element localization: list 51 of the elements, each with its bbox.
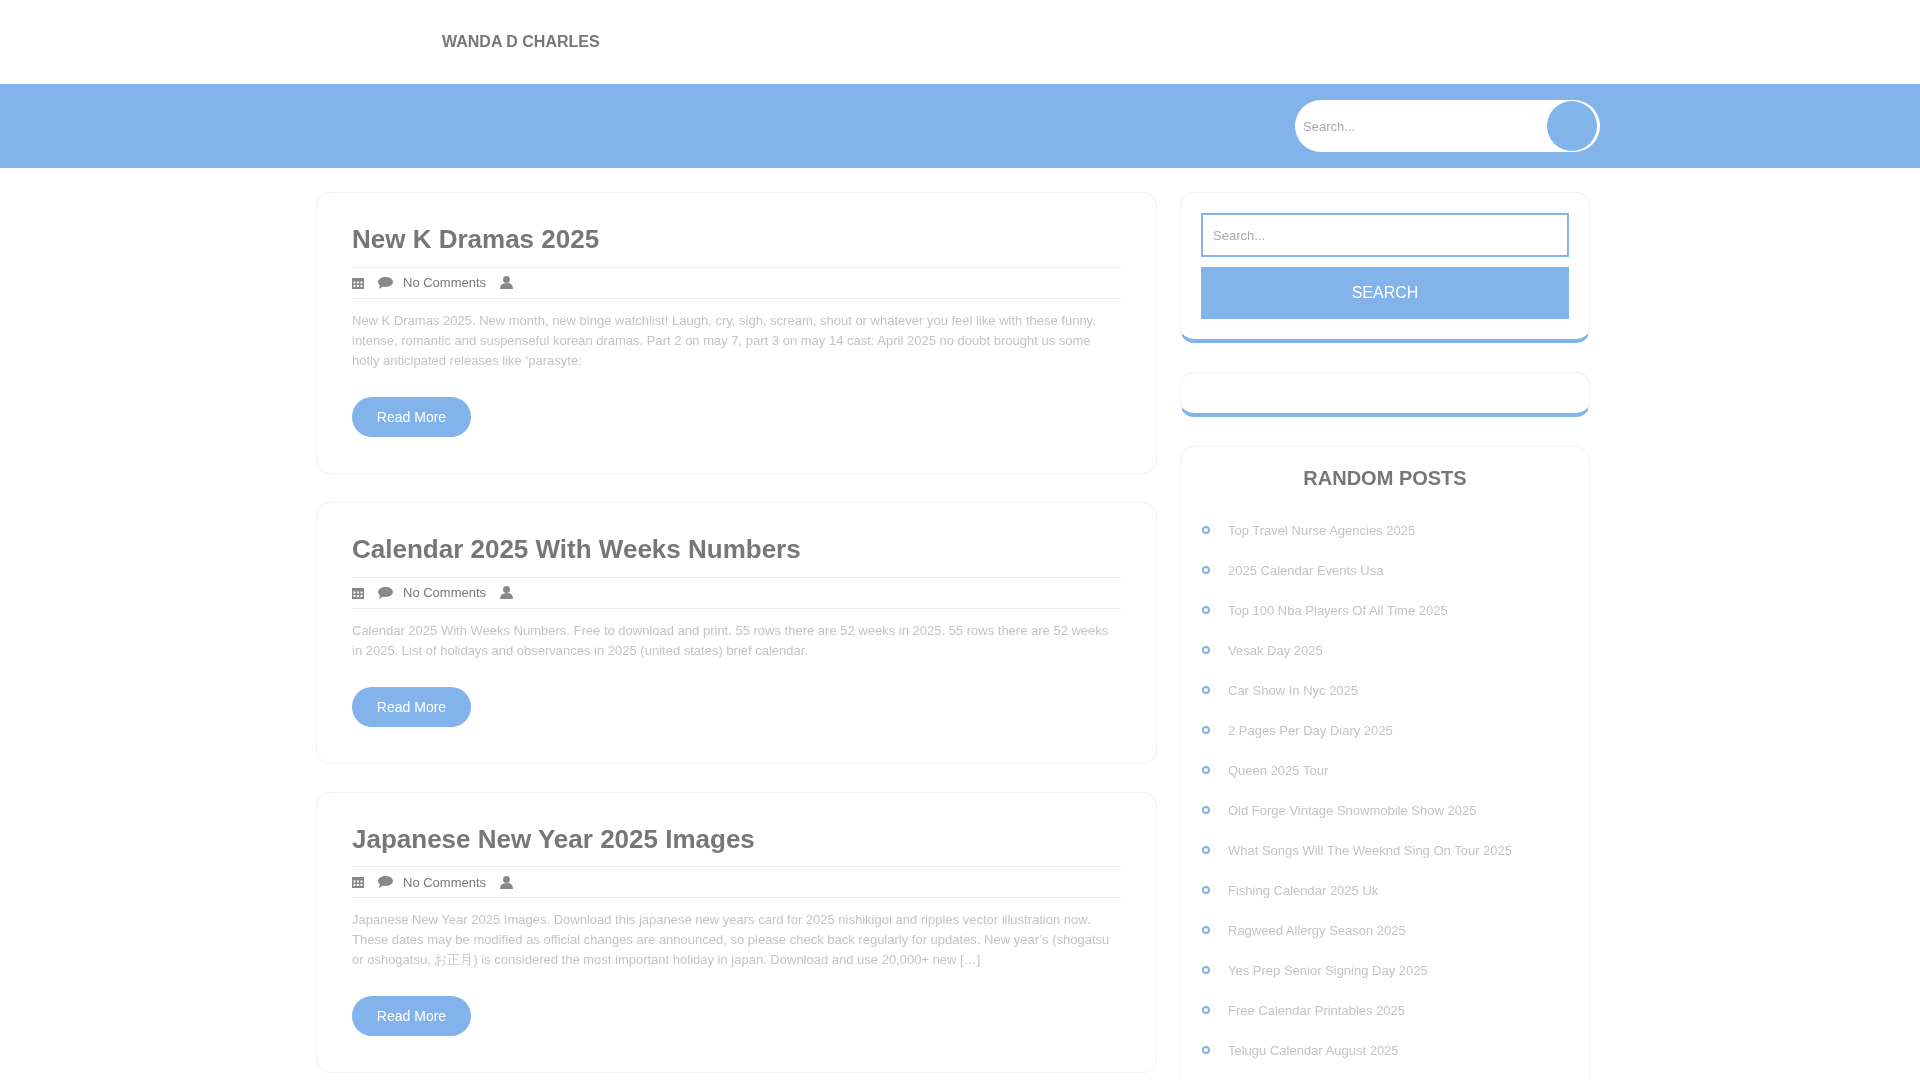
bullet-icon xyxy=(1202,926,1210,934)
post-link[interactable]: 2025 Calendar Events Usa xyxy=(1228,562,1384,578)
post-link[interactable]: 2 Pages Per Day Diary 2025 xyxy=(1228,722,1393,738)
bullet-icon xyxy=(1202,646,1210,654)
post-link[interactable]: Top 100 Nba Players Of All Time 2025 xyxy=(1228,602,1448,618)
comments-link[interactable]: No Comments xyxy=(403,874,487,890)
bullet-icon xyxy=(1202,1046,1210,1054)
bullet-icon xyxy=(1202,886,1210,894)
widget-title: RANDOM POSTS xyxy=(1302,467,1468,490)
bullet-icon xyxy=(1202,966,1210,974)
read-more-button[interactable]: Read More xyxy=(352,686,471,727)
post-link[interactable]: Yes Prep Senior Signing Day 2025 xyxy=(1228,962,1428,978)
post-link[interactable]: Car Show In Nyc 2025 xyxy=(1228,682,1359,698)
bullet-icon xyxy=(1202,806,1210,814)
bullet-icon xyxy=(1202,1006,1210,1014)
post-link[interactable]: Telugu Calendar August 2025 xyxy=(1228,1042,1399,1058)
comment-icon xyxy=(378,276,393,289)
post-link[interactable]: Queen 2025 Tour xyxy=(1228,762,1329,778)
read-more-button[interactable]: Read More xyxy=(352,396,471,437)
comments-link[interactable]: No Comments xyxy=(403,585,487,601)
search-field[interactable]: Search... xyxy=(1201,213,1569,257)
calendar-icon xyxy=(352,276,364,289)
bullet-icon xyxy=(1202,846,1210,854)
bullet-icon xyxy=(1202,606,1210,614)
bullet-icon xyxy=(1202,686,1210,694)
search-button[interactable]: SEARCH xyxy=(1201,267,1569,319)
post-link[interactable]: Free Calendar Printables 2025 xyxy=(1228,1002,1406,1018)
calendar-icon xyxy=(352,586,364,599)
comment-icon xyxy=(378,586,393,599)
comment-icon xyxy=(378,876,393,889)
post-title[interactable]: New K Dramas 2025 xyxy=(352,223,1121,257)
calendar-icon xyxy=(352,876,364,889)
post-link[interactable]: Vesak Day 2025 xyxy=(1228,642,1323,658)
user-icon xyxy=(500,276,514,290)
post-title[interactable]: Japanese New Year 2025 Images xyxy=(352,822,1121,857)
comments-link[interactable]: No Comments xyxy=(403,275,487,291)
bullet-icon xyxy=(1202,726,1210,734)
post-link[interactable]: Ragweed Allergy Season 2025 xyxy=(1228,922,1406,938)
site-title[interactable]: WANDA D CHARLES xyxy=(442,33,600,51)
bullet-icon xyxy=(1202,526,1210,534)
post-link[interactable]: Old Forge Vintage Snowmobile Show 2025 xyxy=(1228,802,1477,818)
post-link[interactable]: Top Travel Nurse Agencies 2025 xyxy=(1228,522,1416,538)
bullet-icon xyxy=(1202,766,1210,774)
post-excerpt: Calendar 2025 With Weeks Numbers. Free to download and print. 55 rows there are 52 weeks in 2025. 55 rows there are 52 weeks in 2025. List of holidays and observances in 2025 (united states) brief calendar. xyxy=(352,621,1110,660)
post-link[interactable]: Fishing Calendar 2025 Uk xyxy=(1228,882,1379,898)
post-title[interactable]: Calendar 2025 With Weeks Numbers xyxy=(352,532,1121,567)
user-icon xyxy=(500,875,514,889)
post-link[interactable]: What Songs Will The Weeknd Sing On Tour 2025 xyxy=(1228,842,1512,858)
user-icon xyxy=(500,586,514,600)
bullet-icon xyxy=(1202,566,1210,574)
read-more-button[interactable]: Read More xyxy=(352,996,471,1037)
